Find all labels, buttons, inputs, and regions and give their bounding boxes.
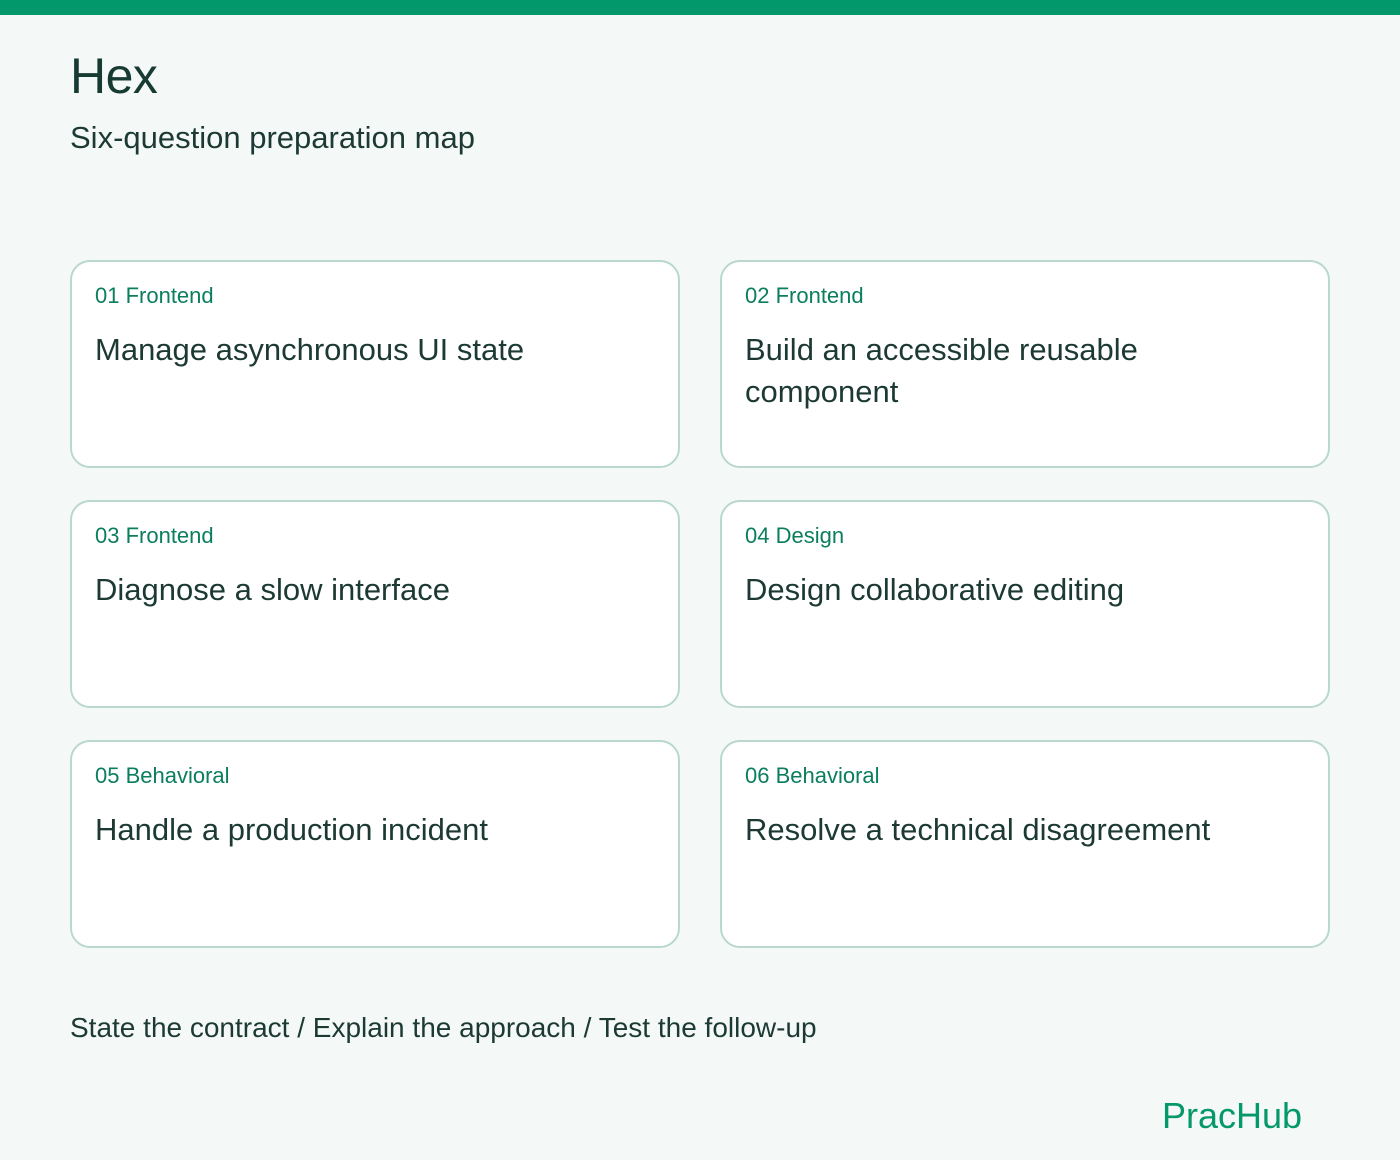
card-title: Diagnose a slow interface: [95, 572, 450, 607]
question-card-3: 03 Frontend Diagnose a slow interface: [70, 500, 680, 708]
page-subtitle: Six-question preparation map: [70, 120, 475, 155]
card-tag: 03 Frontend: [95, 523, 214, 548]
top-accent-bar: [0, 0, 1400, 15]
question-card-4: 04 Design Design collaborative editing: [720, 500, 1330, 708]
card-title: Build an accessible reusable component: [745, 332, 1138, 409]
question-card-2: 02 Frontend Build an accessible reusable…: [720, 260, 1330, 468]
page-title: Hex: [70, 48, 158, 104]
brand-logo-text: PracHub: [1161, 1095, 1302, 1136]
card-title: Manage asynchronous UI state: [95, 332, 525, 367]
card-tag: 01 Frontend: [95, 283, 214, 308]
question-card-1: 01 Frontend Manage asynchronous UI state: [70, 260, 680, 468]
card-tag: 06 Behavioral: [745, 763, 880, 788]
card-title: Design collaborative editing: [745, 572, 1125, 607]
card-title: Handle a production incident: [95, 812, 488, 847]
card-tag: 05 Behavioral: [95, 763, 230, 788]
footer-steps: State the contract / Explain the approac…: [70, 1012, 817, 1043]
card-tag: 02 Frontend: [745, 283, 864, 308]
question-card-6: 06 Behavioral Resolve a technical disagr…: [720, 740, 1330, 948]
question-card-5: 05 Behavioral Handle a production incide…: [70, 740, 680, 948]
card-title: Resolve a technical disagreement: [745, 812, 1211, 847]
question-card-grid: 01 Frontend Manage asynchronous UI state…: [70, 260, 1330, 948]
card-tag: 04 Design: [745, 523, 845, 548]
page: Hex Six-question preparation map 01 Fron…: [0, 0, 1400, 1160]
